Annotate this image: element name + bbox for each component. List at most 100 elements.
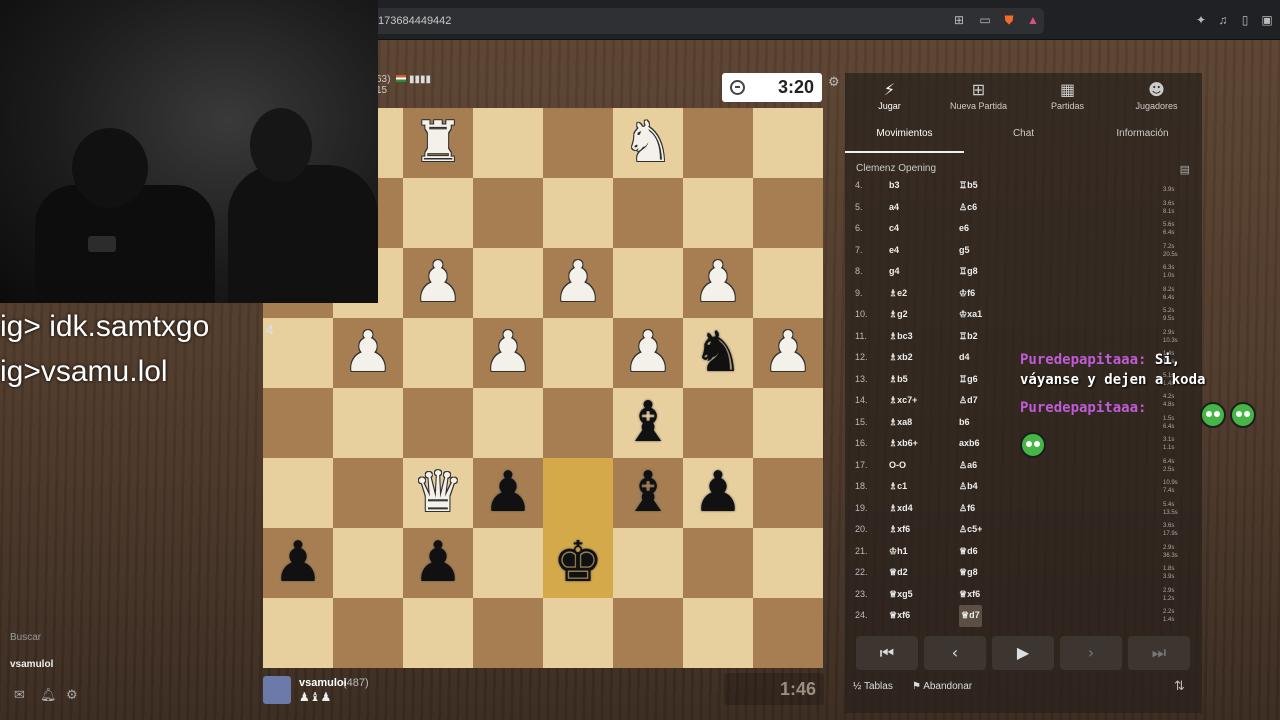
white-move[interactable]: ♗xa8 <box>889 412 912 434</box>
music-icon[interactable]: ♫ <box>1216 13 1230 27</box>
tab-partidas[interactable]: ▦ Partidas <box>1023 79 1112 111</box>
white-pawn[interactable]: ♟ <box>613 318 683 388</box>
bottom-player-name[interactable]: vsamulol <box>299 677 347 689</box>
black-move[interactable]: b6 <box>959 412 970 434</box>
move-row[interactable]: 6. c4 e6 5.6s 6.4s <box>845 218 1202 240</box>
black-move[interactable]: ♙a6 <box>959 455 977 477</box>
black-move[interactable]: ♖b2 <box>959 326 978 348</box>
board-square[interactable] <box>683 388 753 458</box>
black-move[interactable]: ♖g6 <box>959 369 978 391</box>
white-move[interactable]: ♗xb2 <box>889 347 913 369</box>
board-square[interactable] <box>683 528 753 598</box>
move-row[interactable]: 23. ♕xg5 ♕xf6 2.9s 1.2s <box>845 584 1202 606</box>
white-move[interactable]: ♗xf6 <box>889 519 910 541</box>
black-pawn[interactable]: ♟ <box>473 458 543 528</box>
board-square[interactable] <box>473 248 543 318</box>
white-move[interactable]: ♕d2 <box>889 562 908 584</box>
move-row[interactable]: 19. ♗xd4 ♙f6 5.4s 13.5s <box>845 498 1202 520</box>
board-square[interactable] <box>613 178 683 248</box>
white-move[interactable]: ♗xb6+ <box>889 433 918 455</box>
black-move[interactable]: e6 <box>959 218 969 240</box>
move-row[interactable]: 20. ♗xf6 ♙c5+ 3.6s 17.9s <box>845 519 1202 541</box>
white-move[interactable]: ♗bc3 <box>889 326 913 348</box>
board-square[interactable] <box>403 598 473 668</box>
board-square[interactable] <box>543 388 613 458</box>
black-bishop[interactable]: ♝ <box>613 388 683 458</box>
flip-board-icon[interactable]: ⇅ <box>1174 679 1185 694</box>
gear-icon[interactable]: ⚙ <box>828 74 840 90</box>
white-move[interactable]: ♕xg5 <box>889 584 913 606</box>
board-square[interactable] <box>753 388 823 458</box>
white-move[interactable]: c4 <box>889 218 899 240</box>
board-square[interactable] <box>543 108 613 178</box>
move-row[interactable]: 24. ♕xf6 ♕d7 2.2s 1.4s <box>845 605 1202 627</box>
move-row[interactable]: 4. b3 ♖b5 3.9s <box>845 175 1202 197</box>
move-row[interactable]: 7. e4 g5 7.2s 20.5s <box>845 240 1202 262</box>
white-move[interactable]: ♗e2 <box>889 283 907 305</box>
board-square[interactable] <box>543 318 613 388</box>
board-square[interactable] <box>613 248 683 318</box>
board-square[interactable] <box>403 388 473 458</box>
board-square[interactable] <box>403 178 473 248</box>
black-move[interactable]: ♖g8 <box>959 261 978 283</box>
board-square[interactable] <box>473 528 543 598</box>
board-square[interactable] <box>753 108 823 178</box>
black-move[interactable]: axb6 <box>959 433 980 455</box>
board-square[interactable] <box>333 528 403 598</box>
first-move-button[interactable]: ⏮ <box>856 636 918 670</box>
board-square[interactable] <box>403 318 473 388</box>
board-square[interactable] <box>473 388 543 458</box>
black-pawn[interactable]: ♟ <box>403 528 473 598</box>
subtab-chat[interactable]: Chat <box>964 127 1083 153</box>
board-square[interactable] <box>473 108 543 178</box>
play-button[interactable]: ▶ <box>992 636 1054 670</box>
white-move[interactable]: O-O <box>889 455 906 477</box>
white-rook[interactable]: ♜ <box>403 108 473 178</box>
gear-icon[interactable]: ⚙ <box>66 688 78 703</box>
wallet-icon[interactable]: ▣ <box>1260 13 1274 27</box>
black-move[interactable]: ♕g8 <box>959 562 978 584</box>
move-row[interactable]: 17. O-O ♙a6 6.4s 2.5s <box>845 455 1202 477</box>
white-move[interactable]: ♗g2 <box>889 304 908 326</box>
resign-button[interactable]: ⚑ Abandonar <box>912 681 972 692</box>
black-move[interactable]: ♕d6 <box>959 541 978 563</box>
move-row[interactable]: 10. ♗g2 ♔xa1 5.2s 9.5s <box>845 304 1202 326</box>
move-row[interactable]: 9. ♗e2 ♔f6 8.2s 6.4s <box>845 283 1202 305</box>
move-row[interactable]: 8. g4 ♖g8 6.3s 1.0s <box>845 261 1202 283</box>
bell-icon[interactable]: 🔔︎ <box>40 688 57 703</box>
board-square[interactable] <box>333 458 403 528</box>
white-move[interactable]: g4 <box>889 261 900 283</box>
translate-icon[interactable]: ⊞ <box>952 13 966 27</box>
move-row[interactable]: 22. ♕d2 ♕g8 1.8s 3.9s <box>845 562 1202 584</box>
white-pawn[interactable]: ♟ <box>543 248 613 318</box>
board-square[interactable] <box>753 458 823 528</box>
tab-nueva-partida[interactable]: ⊞ Nueva Partida <box>934 79 1023 111</box>
white-move[interactable]: b3 <box>889 175 900 197</box>
subtab-informacion[interactable]: Información <box>1083 127 1202 153</box>
subtab-movimientos[interactable]: Movimientos <box>845 127 964 153</box>
cast-icon[interactable]: ▭ <box>978 13 992 27</box>
black-move[interactable]: ♖b5 <box>959 175 978 197</box>
board-square[interactable] <box>333 388 403 458</box>
board-square[interactable] <box>753 248 823 318</box>
white-move[interactable]: ♕xf6 <box>889 605 910 627</box>
move-row[interactable]: 18. ♗c1 ♙b4 10.9s 7.4s <box>845 476 1202 498</box>
next-move-button[interactable]: › <box>1060 636 1122 670</box>
white-pawn[interactable]: ♟ <box>333 318 403 388</box>
black-move[interactable]: ♙f6 <box>959 498 975 520</box>
board-square[interactable] <box>263 458 333 528</box>
tab-jugar[interactable]: ⚡ Jugar <box>845 79 934 111</box>
black-knight[interactable]: ♞ <box>683 318 753 388</box>
board-square[interactable] <box>263 388 333 458</box>
board-square[interactable] <box>543 178 613 248</box>
search-label[interactable]: Buscar <box>10 632 41 643</box>
white-move[interactable]: ♗xc7+ <box>889 390 917 412</box>
address-bar[interactable]: 173684449442 <box>372 8 1044 34</box>
black-move[interactable]: ♙b4 <box>959 476 978 498</box>
board-square[interactable] <box>473 178 543 248</box>
white-queen[interactable]: ♛ <box>403 458 473 528</box>
white-pawn[interactable]: ♟ <box>473 318 543 388</box>
draw-button[interactable]: ½ Tablas <box>853 681 893 692</box>
white-pawn[interactable]: ♟ <box>753 318 823 388</box>
avatar[interactable] <box>263 676 291 704</box>
